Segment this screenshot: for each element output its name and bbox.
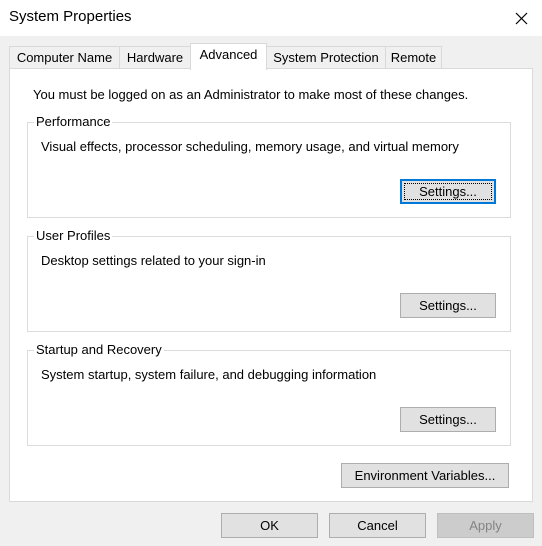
title-bar: System Properties xyxy=(0,0,542,36)
tab-label: Remote xyxy=(390,50,437,65)
close-button[interactable] xyxy=(506,3,536,33)
tab-label: System Protection xyxy=(273,50,379,65)
performance-settings-button[interactable]: Settings... xyxy=(400,179,496,204)
performance-label: Performance xyxy=(34,114,113,129)
performance-group: Performance Visual effects, processor sc… xyxy=(27,114,511,218)
tab-system-protection[interactable]: System Protection xyxy=(266,46,386,69)
tab-label: Computer Name xyxy=(16,50,113,65)
tab-hardware[interactable]: Hardware xyxy=(119,46,191,69)
startup-recovery-group: Startup and Recovery System startup, sys… xyxy=(27,342,511,446)
performance-description: Visual effects, processor scheduling, me… xyxy=(41,139,459,154)
button-label: OK xyxy=(260,518,279,533)
tab-remote[interactable]: Remote xyxy=(385,46,442,69)
tab-computer-name[interactable]: Computer Name xyxy=(9,46,120,69)
user-profiles-settings-button[interactable]: Settings... xyxy=(400,293,496,318)
button-label: Settings... xyxy=(419,298,477,313)
admin-note: You must be logged on as an Administrato… xyxy=(33,87,469,102)
focus-rectangle xyxy=(404,183,492,200)
apply-button[interactable]: Apply xyxy=(437,513,534,538)
startup-recovery-label: Startup and Recovery xyxy=(34,342,164,357)
window-title: System Properties xyxy=(9,8,132,25)
button-label: Apply xyxy=(469,518,502,533)
startup-recovery-description: System startup, system failure, and debu… xyxy=(41,367,377,382)
close-icon xyxy=(515,12,528,25)
button-label: Cancel xyxy=(357,518,398,533)
button-label: Settings... xyxy=(419,412,477,427)
ok-button[interactable]: OK xyxy=(221,513,318,538)
startup-recovery-settings-button[interactable]: Settings... xyxy=(400,407,496,432)
user-profiles-description: Desktop settings related to your sign-in xyxy=(41,253,266,268)
tab-advanced[interactable]: Advanced xyxy=(190,43,267,70)
dialog-body: Computer Name Hardware Advanced System P… xyxy=(0,36,542,546)
user-profiles-group: User Profiles Desktop settings related t… xyxy=(27,228,511,332)
tab-label: Advanced xyxy=(199,47,258,62)
environment-variables-button[interactable]: Environment Variables... xyxy=(341,463,509,488)
tab-label: Hardware xyxy=(126,50,184,65)
tab-panel-advanced: You must be logged on as an Administrato… xyxy=(9,68,533,502)
cancel-button[interactable]: Cancel xyxy=(329,513,426,538)
button-label: Environment Variables... xyxy=(354,468,496,483)
user-profiles-label: User Profiles xyxy=(34,228,113,243)
